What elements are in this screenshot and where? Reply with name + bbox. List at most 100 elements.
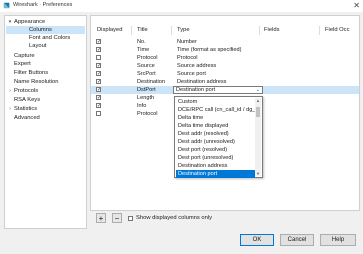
dropdown-option[interactable]: Dest port (unresolved): [176, 154, 255, 162]
displayed-checkbox[interactable]: ✓: [96, 71, 101, 77]
tree-item-statistics[interactable]: › Statistics: [6, 105, 85, 113]
tree-item-label: Capture: [14, 53, 35, 59]
column-title[interactable]: Info: [137, 102, 146, 110]
table-row[interactable]: ✓ Source Source address: [91, 62, 359, 70]
column-header-title[interactable]: Title: [137, 26, 148, 35]
tree-item-capture[interactable]: Capture: [6, 52, 85, 60]
column-type-dropdown[interactable]: Destination port ⌄: [173, 86, 263, 94]
header-divider: [259, 26, 260, 35]
header-divider: [171, 26, 172, 35]
window-title: Wireshark · Preferences: [13, 2, 73, 8]
tree-item-label: Appearance: [14, 19, 46, 25]
column-header-fields[interactable]: Fields: [264, 26, 279, 35]
remove-column-button[interactable]: −: [112, 213, 122, 223]
table-row[interactable]: ✓ Time Time (format as specified): [91, 46, 359, 54]
dropdown-option[interactable]: Destination address: [176, 162, 255, 170]
tree-item-advanced[interactable]: Advanced: [6, 114, 85, 122]
dropdown-option[interactable]: Custom: [176, 98, 255, 106]
column-title[interactable]: Destination: [137, 78, 165, 86]
expand-arrow-icon[interactable]: ▾: [7, 18, 13, 26]
tree-item-label: Protocols: [14, 88, 39, 94]
title-bar: Wireshark · Preferences ✕: [0, 0, 363, 12]
dropdown-option-selected[interactable]: Destination port: [176, 170, 255, 178]
tree-item-label: Filter Buttons: [14, 70, 49, 76]
displayed-checkbox[interactable]: ✓: [96, 47, 101, 53]
column-type[interactable]: Number: [177, 38, 197, 46]
displayed-checkbox[interactable]: ✓: [96, 63, 101, 69]
tree-item-label: Layout: [29, 43, 47, 49]
tree-item-label: Font and Colors: [29, 35, 71, 41]
preferences-tree: ▾ Appearance Columns Font and Colors Lay…: [4, 15, 87, 229]
chevron-down-icon[interactable]: ⌄: [256, 87, 260, 94]
tree-item-label: Expert: [14, 61, 31, 67]
dropdown-value: Destination port: [176, 87, 216, 93]
displayed-checkbox[interactable]: [96, 55, 101, 60]
displayed-checkbox[interactable]: [96, 111, 101, 116]
column-title[interactable]: Time: [137, 46, 149, 54]
column-type-options-list[interactable]: Custom DCE/RPC call (cn_call_id / dg_seq…: [174, 96, 263, 178]
column-header-type[interactable]: Type: [177, 26, 190, 35]
tree-item-filter-buttons[interactable]: Filter Buttons: [6, 69, 85, 77]
dropdown-option[interactable]: Delta time displayed: [176, 122, 255, 130]
column-type[interactable]: Destination address: [177, 78, 226, 86]
column-title[interactable]: Length: [137, 94, 154, 102]
column-type[interactable]: Protocol: [177, 54, 198, 62]
column-title[interactable]: SrcPort: [137, 70, 156, 78]
table-row-selected[interactable]: ✓ DstPort Destination port ⌄: [91, 86, 359, 94]
expand-arrow-icon[interactable]: ›: [7, 105, 13, 113]
column-header-field-occ[interactable]: Field Occ: [325, 26, 349, 35]
help-button[interactable]: Help: [320, 234, 356, 246]
wireshark-logo-icon: [3, 2, 10, 9]
preferences-window: Wireshark · Preferences ✕ ▾ Appearance C…: [0, 0, 363, 254]
displayed-checkbox[interactable]: ✓: [96, 87, 101, 93]
tree-item-expert[interactable]: Expert: [6, 60, 85, 68]
ok-button[interactable]: OK: [240, 234, 274, 246]
displayed-checkbox[interactable]: ✓: [96, 95, 101, 101]
column-title[interactable]: Source: [137, 62, 155, 70]
tree-item-label: RSA Keys: [14, 97, 41, 103]
dropdown-option[interactable]: Delta time: [176, 114, 255, 122]
dropdown-option[interactable]: Dest addr (unresolved): [176, 138, 255, 146]
column-title[interactable]: Protocol: [137, 110, 158, 118]
column-title[interactable]: DstPort: [137, 86, 156, 94]
column-type[interactable]: Source port: [177, 70, 206, 78]
header-divider: [131, 26, 132, 35]
show-displayed-label[interactable]: Show displayed columns only: [136, 214, 212, 222]
column-type[interactable]: Time (format as specified): [177, 46, 241, 54]
show-displayed-checkbox[interactable]: [128, 216, 133, 221]
table-row[interactable]: ✓ Destination Destination address: [91, 78, 359, 86]
tree-item-font-and-colors[interactable]: Font and Colors: [6, 34, 85, 42]
dropdown-option[interactable]: Dest port (resolved): [176, 146, 255, 154]
displayed-checkbox[interactable]: ✓: [96, 79, 101, 85]
expand-arrow-icon[interactable]: ›: [7, 87, 13, 95]
cancel-button[interactable]: Cancel: [280, 234, 314, 246]
tree-item-protocols[interactable]: › Protocols: [6, 87, 85, 95]
column-header-displayed[interactable]: Displayed: [97, 26, 122, 35]
column-title[interactable]: No.: [137, 38, 146, 46]
dropdown-option[interactable]: DCE/RPC call (cn_call_id / dg_seqnum): [176, 106, 255, 114]
tree-item-appearance[interactable]: ▾ Appearance: [6, 18, 85, 26]
table-row[interactable]: ✓ No. Number: [91, 38, 359, 46]
tree-item-rsa-keys[interactable]: RSA Keys: [6, 96, 85, 104]
column-title[interactable]: Protocol: [137, 54, 158, 62]
close-icon[interactable]: ✕: [353, 1, 360, 10]
dropdown-scrollbar[interactable]: ▲ ▼: [255, 98, 261, 176]
add-column-button[interactable]: +: [96, 213, 106, 223]
table-row[interactable]: ✓ SrcPort Source port: [91, 70, 359, 78]
tree-item-label: Statistics: [14, 106, 38, 112]
tree-item-name-resolution[interactable]: Name Resolution: [6, 78, 85, 86]
tree-item-label: Columns: [29, 27, 52, 33]
table-row[interactable]: Protocol Protocol: [91, 54, 359, 62]
dropdown-option[interactable]: Dest addr (resolved): [176, 130, 255, 138]
scrollbar-thumb[interactable]: [256, 107, 260, 117]
tree-item-label: Name Resolution: [14, 79, 59, 85]
tree-item-label: Advanced: [14, 115, 40, 121]
column-type[interactable]: Source address: [177, 62, 216, 70]
tree-item-columns[interactable]: Columns: [6, 26, 85, 34]
scroll-up-icon[interactable]: ▲: [255, 98, 261, 103]
displayed-checkbox[interactable]: ✓: [96, 39, 101, 45]
tree-item-layout[interactable]: Layout: [6, 42, 85, 50]
displayed-checkbox[interactable]: ✓: [96, 103, 101, 109]
scroll-down-icon[interactable]: ▼: [255, 171, 261, 176]
header-divider: [319, 26, 320, 35]
